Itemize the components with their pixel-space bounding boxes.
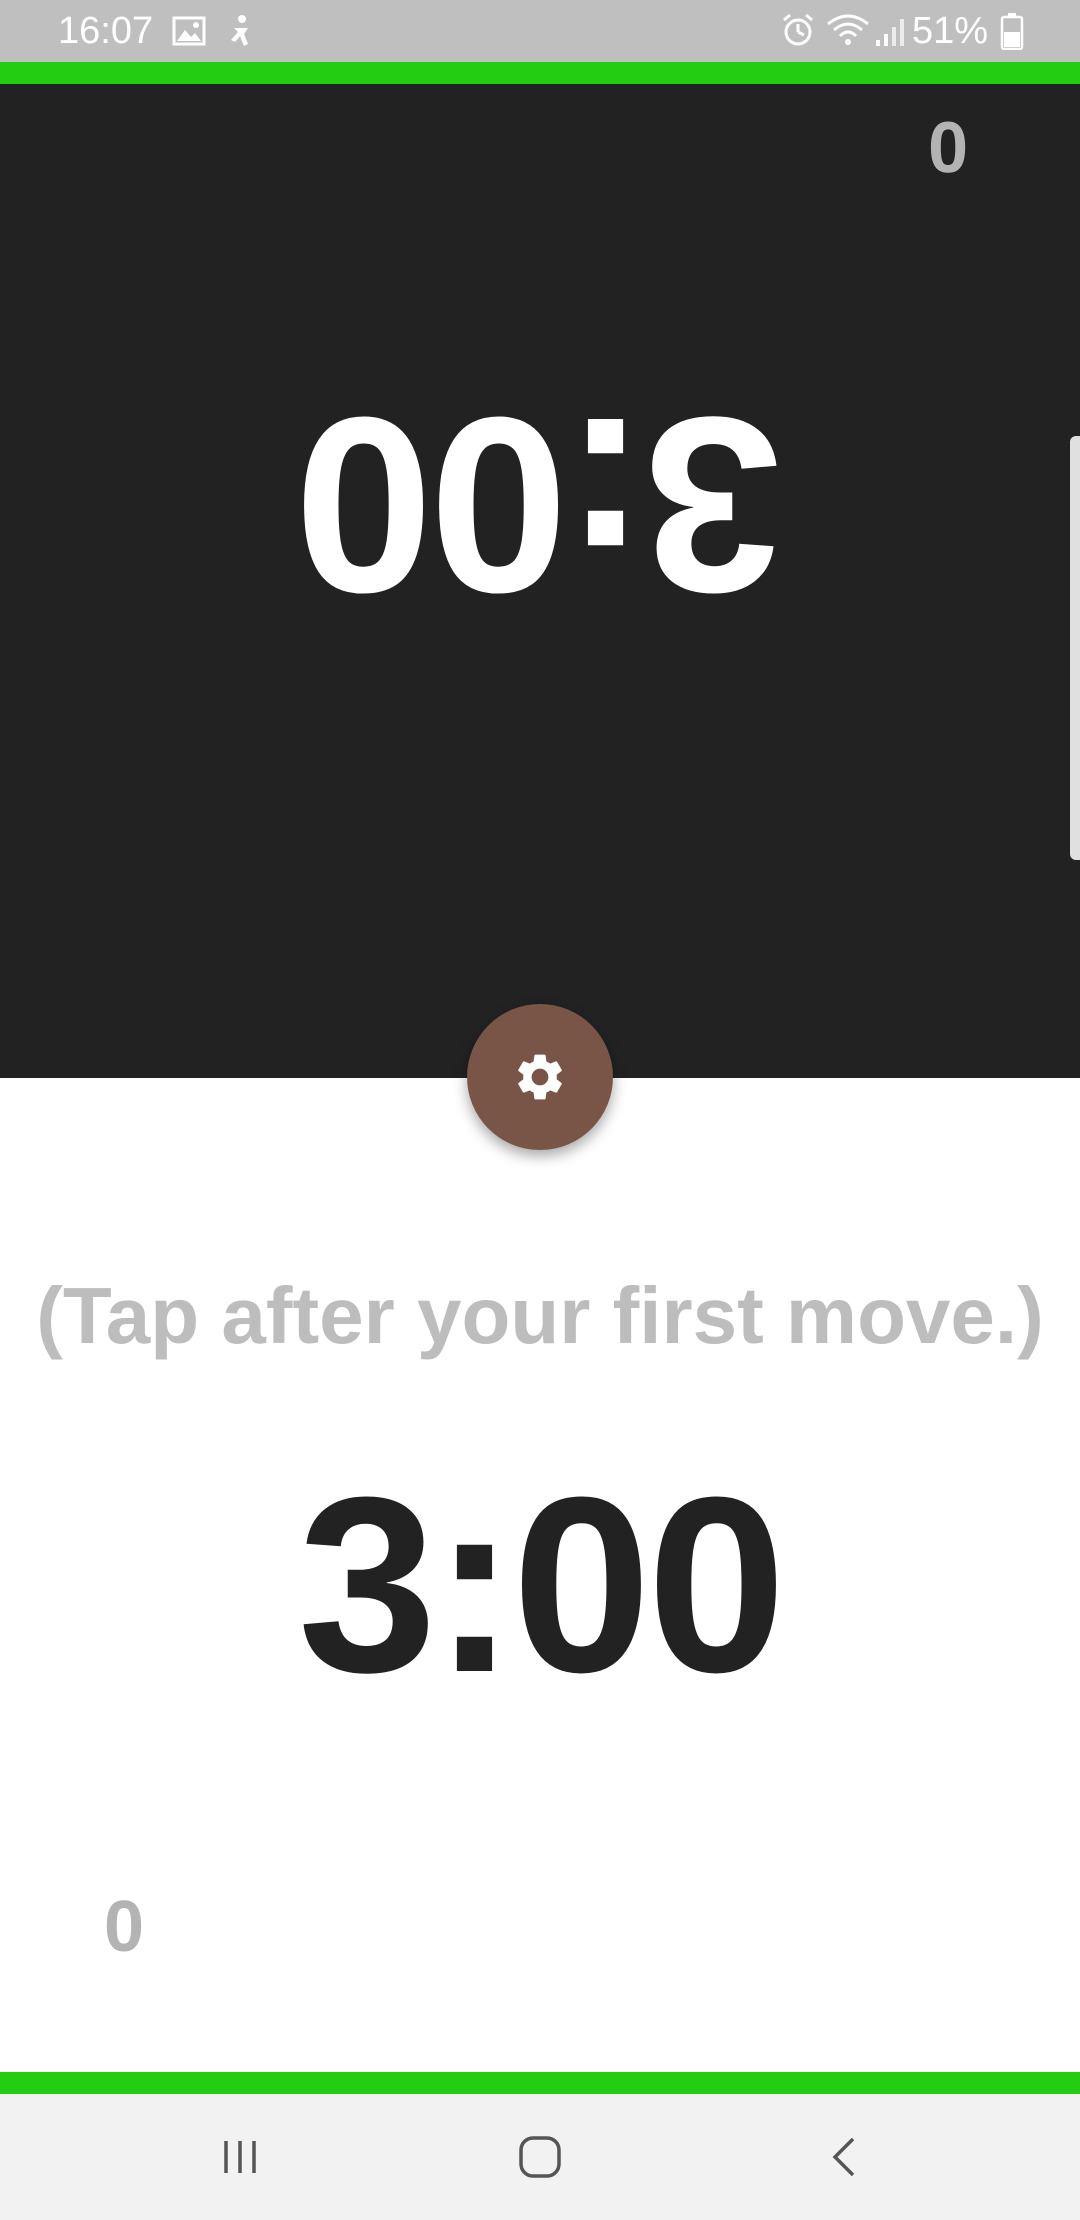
- navigation-bar: [0, 2094, 1080, 2220]
- recent-apps-icon: [224, 2141, 256, 2173]
- alarm-icon: [783, 13, 813, 46]
- settings-button[interactable]: [467, 1004, 613, 1150]
- opponent-time: 3:00: [297, 366, 783, 645]
- status-time: 16:07: [58, 10, 154, 52]
- status-bar: 16:07 51%: [0, 0, 1080, 62]
- gear-icon: [518, 1054, 562, 1100]
- player-move-count: 0: [104, 1887, 145, 1967]
- gallery-icon: [172, 16, 206, 46]
- back-icon: [832, 2137, 855, 2177]
- tap-hint: (Tap after your first move.): [36, 1271, 1044, 1360]
- recent-apps-button[interactable]: [190, 2122, 290, 2192]
- home-button[interactable]: [490, 2122, 590, 2192]
- battery-percent: 51%: [911, 10, 988, 52]
- active-turn-indicator-top: [0, 62, 1080, 84]
- wifi-icon: [827, 14, 869, 45]
- accessibility-icon: [231, 15, 248, 46]
- home-icon: [519, 2136, 561, 2178]
- player-time: 3:00: [297, 1445, 786, 1724]
- opponent-move-count: 0: [928, 106, 969, 186]
- active-turn-indicator-bottom: [0, 2072, 1080, 2094]
- back-button[interactable]: [795, 2122, 895, 2192]
- battery-icon: [1000, 13, 1024, 50]
- signal-icon: [876, 19, 904, 46]
